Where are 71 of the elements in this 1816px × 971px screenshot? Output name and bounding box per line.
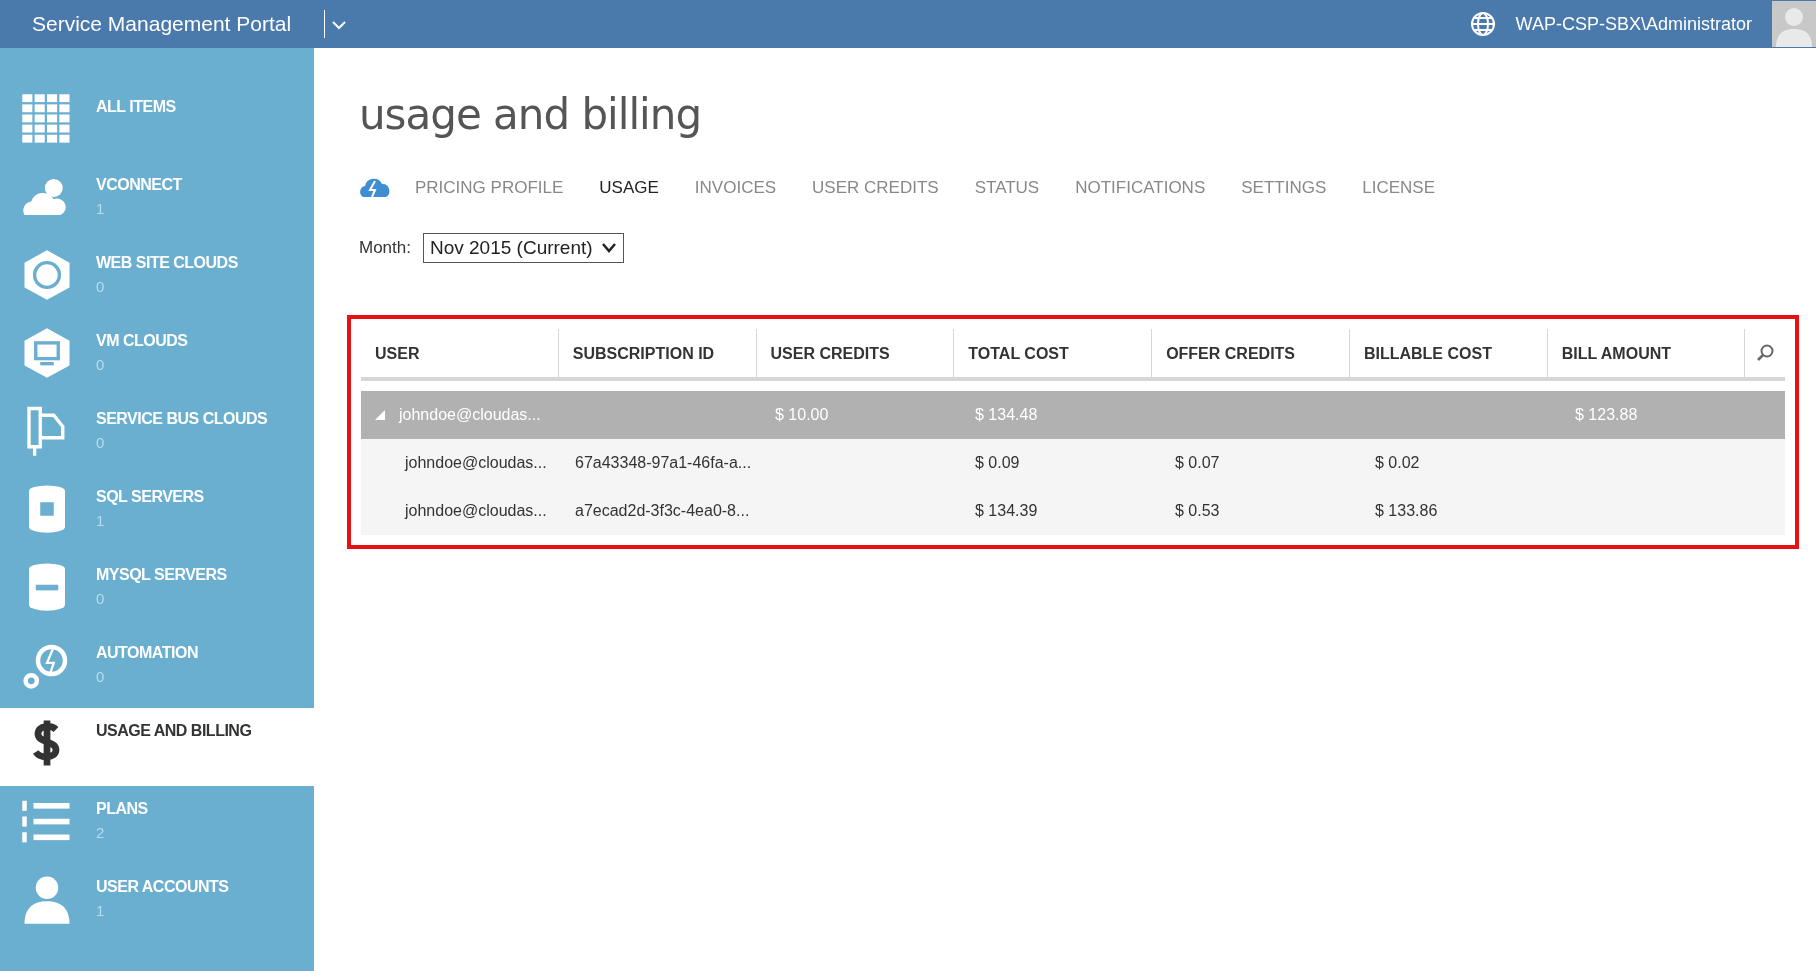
sidebar-item-label: USER ACCOUNTS xyxy=(96,878,229,896)
sidebar-item[interactable]: MYSQL SERVERS 0 xyxy=(0,552,314,630)
tab[interactable]: PRICING PROFILE xyxy=(415,178,564,198)
table-cell: $ 123.88 xyxy=(1575,406,1638,424)
sidebar-item-label: MYSQL SERVERS xyxy=(96,566,227,584)
column-header[interactable]: SUBSCRIPTION ID xyxy=(558,329,757,377)
table-cell: $ 10.00 xyxy=(775,406,829,424)
table-cell: 67a43348-97a1-46fa-a... xyxy=(575,454,752,472)
table-cell: $ 134.39 xyxy=(975,502,1038,520)
portal-title: Service Management Portal xyxy=(31,12,293,36)
sidebar-item[interactable]: VCONNECT 1 xyxy=(0,162,314,240)
sidebar-item[interactable]: PLANS 2 xyxy=(0,786,314,864)
column-header[interactable]: OFFER CREDITS xyxy=(1152,329,1350,377)
sidebar-item[interactable]: VM CLOUDS 0 xyxy=(0,318,314,396)
tab[interactable]: USAGE xyxy=(599,178,659,198)
table-cell: $ 0.53 xyxy=(1175,502,1220,520)
globe-icon[interactable] xyxy=(1469,11,1496,37)
table-cell: johndoe@cloudas... xyxy=(405,502,547,520)
sidebar-item[interactable]: AUTOMATION 0 xyxy=(0,630,314,708)
item-count: 0 xyxy=(96,434,106,451)
column-header[interactable]: BILLABLE COST xyxy=(1349,329,1548,377)
item-count: 1 xyxy=(96,902,106,919)
tab[interactable]: STATUS xyxy=(974,178,1040,198)
item-count: 2 xyxy=(96,824,106,841)
sidebar-item-label: SQL SERVERS xyxy=(96,488,204,506)
item-count: 1 xyxy=(96,200,106,217)
sidebar-item-label: USAGE AND BILLING xyxy=(96,722,252,740)
tab[interactable]: SETTINGS xyxy=(1241,178,1327,198)
sidebar-item[interactable]: USER ACCOUNTS 1 xyxy=(0,864,314,942)
table-row[interactable]: johndoe@cloudas... 67a43348-97a1-46fa-a... $ 0.09 $ 0.07 $ 0.02 xyxy=(361,439,1785,487)
sidebar-item-label: VM CLOUDS xyxy=(96,332,188,350)
column-header[interactable]: BILL AMOUNT xyxy=(1547,329,1746,377)
column-header[interactable]: USER xyxy=(361,329,559,377)
tab[interactable]: NOTIFICATIONS xyxy=(1075,178,1206,198)
sidebar-item-label: SERVICE BUS CLOUDS xyxy=(96,410,268,428)
sidebar-item[interactable]: SQL SERVERS 1 xyxy=(0,474,314,552)
tab[interactable]: LICENSE xyxy=(1362,178,1435,198)
item-count: 0 xyxy=(96,356,106,373)
search-icon[interactable] xyxy=(1755,343,1776,363)
table-cell: $ 0.09 xyxy=(975,454,1020,472)
table-cell: $ 134.48 xyxy=(975,406,1038,424)
sidebar-item[interactable]: USAGE AND BILLING xyxy=(0,708,314,786)
item-count: 0 xyxy=(96,668,106,685)
cloud-icon xyxy=(359,177,391,199)
table-cell: $ 133.86 xyxy=(1375,502,1438,520)
item-count: 0 xyxy=(96,278,106,295)
page-title: usage and billing xyxy=(359,90,703,139)
sidebar-item-label: AUTOMATION xyxy=(96,644,198,662)
column-header[interactable]: USER CREDITS xyxy=(756,329,955,377)
sidebar-item[interactable]: WEB SITE CLOUDS 0 xyxy=(0,240,314,318)
sidebar-item-label: WEB SITE CLOUDS xyxy=(96,254,238,272)
sidebar-item[interactable]: SERVICE BUS CLOUDS 0 xyxy=(0,396,314,474)
sidebar-item-label: PLANS xyxy=(96,800,148,818)
tab[interactable]: INVOICES xyxy=(694,178,777,198)
chevron-down-icon[interactable] xyxy=(600,242,617,254)
table-row[interactable]: johndoe@cloudas... a7ecad2d-3f3c-4ea0-8... $ 134.39 $ 0.53 $ 133.86 xyxy=(361,487,1785,535)
table-cell: johndoe@cloudas... xyxy=(399,406,541,424)
column-header[interactable]: TOTAL COST xyxy=(954,329,1153,377)
table-cell: $ 0.07 xyxy=(1175,454,1220,472)
sidebar-item-label: ALL ITEMS xyxy=(96,98,176,116)
month-dropdown[interactable]: Nov 2015 (Current) xyxy=(423,233,624,263)
table-cell: johndoe@cloudas... xyxy=(405,454,547,472)
sidebar-item[interactable]: ALL ITEMS xyxy=(0,84,314,162)
table-cell: $ 0.02 xyxy=(1375,454,1420,472)
item-count: 0 xyxy=(96,590,106,607)
month-label: Month: xyxy=(359,238,411,258)
sidebar-item-label: VCONNECT xyxy=(96,176,182,194)
item-count: 1 xyxy=(96,512,106,529)
table-cell: a7ecad2d-3f3c-4ea0-8... xyxy=(575,502,750,520)
tab[interactable]: USER CREDITS xyxy=(812,178,939,198)
user-name[interactable]: WAP-CSP-SBX\Administrator xyxy=(1515,13,1752,35)
